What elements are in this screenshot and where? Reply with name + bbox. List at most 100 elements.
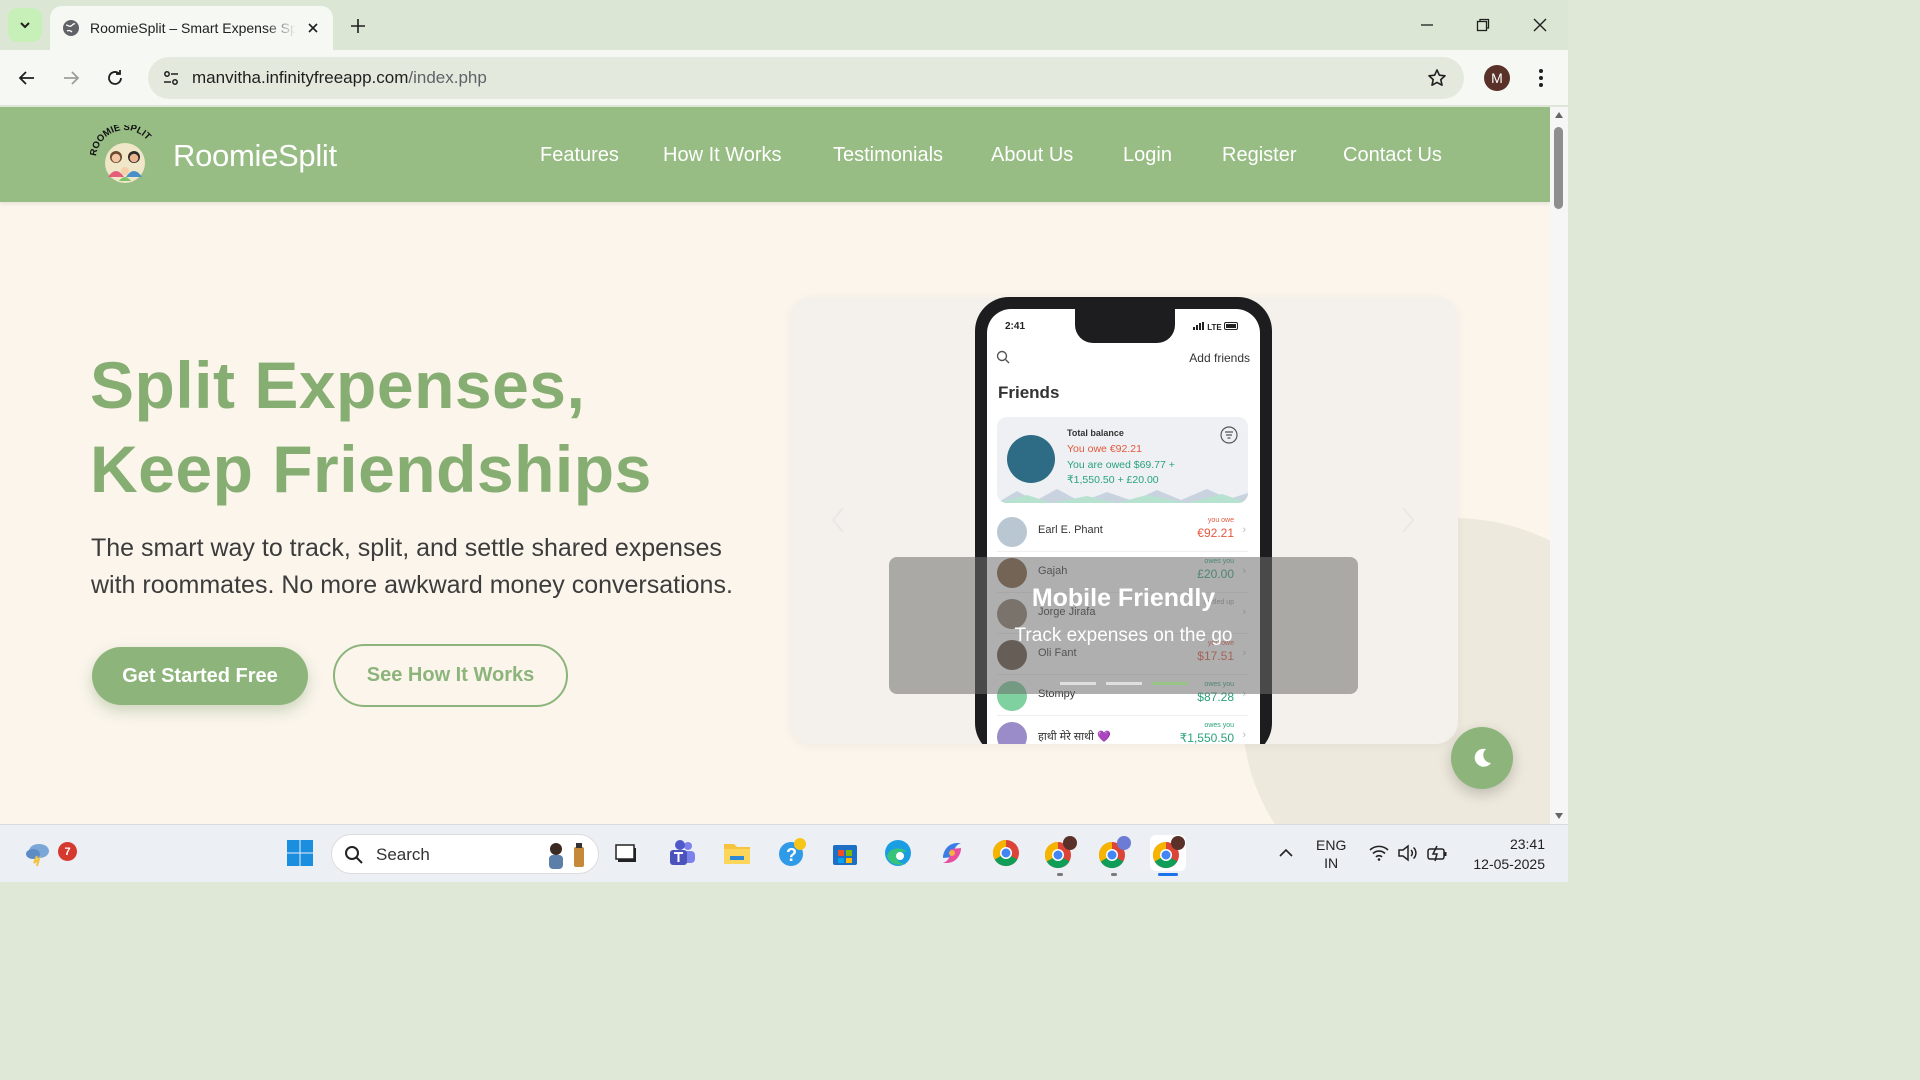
folder-icon [724, 844, 750, 864]
reload-icon [108, 70, 122, 85]
show-hidden-icons-button[interactable] [1268, 835, 1304, 871]
friend-status: you owe [1207, 517, 1234, 524]
scrollbar-thumb[interactable] [1554, 127, 1563, 209]
copilot-icon [943, 843, 961, 863]
chrome-profile-3-app-active[interactable] [1150, 835, 1186, 871]
task-view-button[interactable] [608, 835, 644, 871]
chrome-profile-2-app[interactable] [1096, 835, 1132, 871]
hero-title-line1: Split Expenses, [90, 348, 586, 422]
nav-contact-us[interactable]: Contact Us [1343, 144, 1442, 167]
minimize-button[interactable] [1412, 10, 1442, 40]
scroll-down-icon[interactable] [1554, 812, 1564, 820]
microsoft-store-app[interactable] [827, 835, 863, 871]
store-icon [833, 845, 857, 865]
active-indicator [1158, 873, 1178, 876]
clock-time: 23:41 [1509, 836, 1545, 852]
tab-search-button[interactable] [8, 8, 42, 42]
chrome-profile-1-app[interactable] [1042, 835, 1078, 871]
wifi-icon [1369, 845, 1389, 861]
tab-title: RoomieSplit – Smart Expense Sp [90, 20, 296, 36]
taskbar-search-label: Search [376, 845, 430, 864]
start-button[interactable] [282, 835, 318, 871]
nav-features[interactable]: Features [540, 144, 619, 167]
chrome-profile-icon [1098, 836, 1131, 869]
phone-friends-heading: Friends [998, 383, 1060, 402]
feature-carousel: 2:41 LTE Add friends Friends Total balan… [790, 297, 1458, 744]
globe-icon [63, 20, 79, 36]
carousel-next-button[interactable] [1396, 502, 1420, 538]
language-line2: IN [1324, 855, 1339, 871]
chevron-right-icon: › [1242, 729, 1246, 741]
teams-app[interactable] [664, 835, 700, 871]
nav-how-it-works[interactable]: How It Works [663, 144, 782, 167]
clock-date: 12-05-2025 [1473, 856, 1545, 872]
window-close-button[interactable] [1525, 10, 1555, 40]
hero-title-line2: Keep Friendships [90, 432, 652, 506]
windows-taskbar: 7 Search ? ENG IN 23:41 12-05-2025 [0, 824, 1568, 882]
running-indicator [1111, 873, 1117, 876]
friend-amount: €92.21 [1197, 526, 1234, 540]
address-bar[interactable]: manvitha.infinityfreeapp.com/index.php [148, 57, 1464, 99]
teams-icon [670, 840, 695, 865]
edge-app[interactable] [880, 835, 916, 871]
svg-text:?: ? [786, 845, 797, 865]
theme-toggle-button[interactable] [1451, 727, 1513, 789]
bookmark-button[interactable] [1424, 65, 1450, 91]
search-icon [996, 350, 1010, 364]
carousel-indicator[interactable] [1152, 682, 1188, 685]
taskbar-search[interactable]: Search [331, 834, 599, 874]
language-indicator[interactable]: ENG IN [1316, 836, 1346, 872]
site-info-button[interactable] [156, 63, 186, 93]
weather-widget[interactable]: 7 [20, 835, 77, 871]
weather-badge: 7 [58, 842, 77, 861]
chrome-icon [992, 839, 1019, 867]
nav-about-us[interactable]: About Us [991, 144, 1073, 167]
task-view-icon [615, 844, 636, 862]
web-page: ROOMIE SPLIT RoomieSplit Features How It… [0, 107, 1550, 824]
new-tab-button[interactable] [344, 12, 372, 40]
reload-button[interactable] [99, 62, 131, 94]
scroll-up-icon[interactable] [1554, 111, 1564, 119]
nav-testimonials[interactable]: Testimonials [833, 144, 943, 167]
star-icon [1428, 69, 1446, 86]
close-icon [1533, 18, 1547, 32]
balance-avatar [1007, 435, 1055, 483]
nav-login[interactable]: Login [1123, 144, 1172, 167]
signal-icon [1193, 322, 1205, 330]
roomiesplit-logo[interactable]: ROOMIE SPLIT [90, 125, 160, 185]
carousel-indicator[interactable] [1060, 682, 1096, 685]
copilot-app[interactable] [934, 835, 970, 871]
total-balance-label: Total balance [1067, 428, 1124, 438]
you-owe-text: You owe €92.21 [1067, 443, 1142, 455]
carousel-indicator[interactable] [1106, 682, 1142, 685]
battery-icon [1224, 322, 1238, 330]
phone-friend-row: हाथी मेरे साथी 💜 owes you ₹1,550.50 › [997, 716, 1248, 744]
chrome-app[interactable] [988, 835, 1024, 871]
tab-close-button[interactable] [303, 18, 323, 38]
forward-button[interactable] [55, 62, 87, 94]
friend-name: हाथी मेरे साथी 💜 [1038, 731, 1111, 743]
edge-icon [885, 840, 911, 866]
brand-name[interactable]: RoomieSplit [173, 138, 337, 174]
phone-friend-row: Earl E. Phant you owe €92.21 › [997, 511, 1248, 552]
hero-subtitle: The smart way to track, split, and settl… [91, 534, 733, 599]
tab-active[interactable]: RoomieSplit – Smart Expense Sp [50, 6, 333, 50]
carousel-prev-button[interactable] [826, 502, 850, 538]
friend-avatar [997, 722, 1027, 744]
balance-mountains-decoration [997, 489, 1248, 503]
browser-menu-button[interactable] [1528, 64, 1554, 92]
file-explorer-app[interactable] [719, 835, 755, 871]
url-text: manvitha.infinityfreeapp.com/index.php [192, 68, 487, 88]
profile-avatar[interactable]: M [1484, 65, 1510, 91]
back-button[interactable] [11, 62, 43, 94]
battery-status[interactable] [1420, 835, 1456, 871]
get-started-button[interactable]: Get Started Free [92, 647, 308, 705]
page-scrollbar[interactable] [1550, 107, 1568, 824]
nav-register[interactable]: Register [1222, 144, 1296, 167]
see-how-it-works-button[interactable]: See How It Works [333, 644, 568, 707]
restore-button[interactable] [1468, 10, 1498, 40]
arrow-right-icon [64, 71, 80, 85]
get-help-app[interactable]: ? [774, 835, 810, 871]
windows-icon [287, 840, 313, 866]
system-clock[interactable]: 23:41 12-05-2025 [1462, 834, 1545, 874]
